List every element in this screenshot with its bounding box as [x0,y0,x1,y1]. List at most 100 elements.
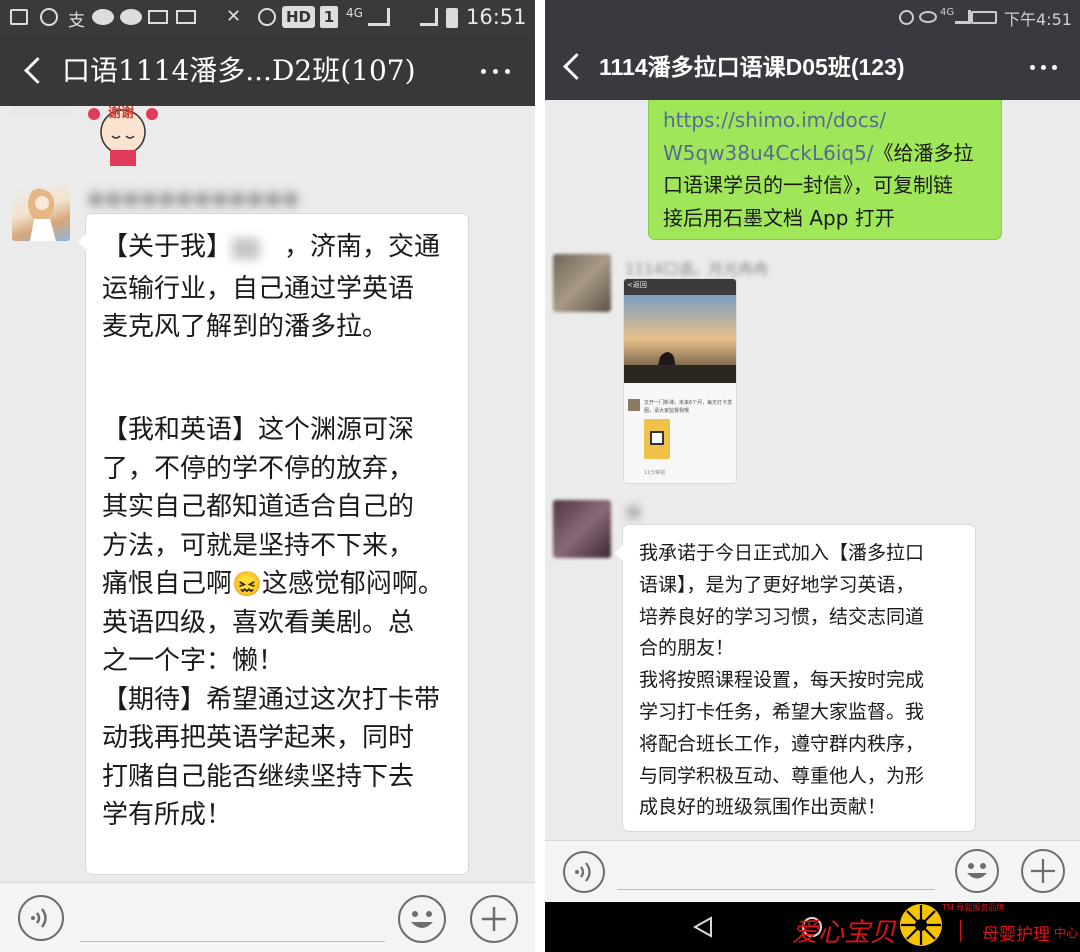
sim-badge: 1 [320,6,338,28]
wechat-icon [92,9,114,25]
sender-name: 1114口语。月光冉冉 [625,260,769,278]
message-line: 方法，可就是坚持不下来， [102,530,415,561]
message-line: ，济南，交通 [284,232,441,262]
post-time: 11分钟前 [644,470,666,476]
message-line: 痛恨自己啊 [102,569,233,599]
image-message[interactable]: <返回 又开一门新课，未来6个月，每天打卡发圈，请大家监督我哦 11分钟前 [623,278,737,484]
clock-time: 16:51 [466,5,527,29]
status-bar: 支 ✕ HD 1 4G 16:51 [0,0,535,36]
message-line: 痛恨自己啊😖这感觉郁闷啊。 [102,565,462,604]
message-line: 麦克风了解到的潘多拉。 [102,312,389,342]
blurred-name: ▒▒ [232,239,260,260]
message-line: 培养良好的学习习惯，结交志同道 [639,605,925,628]
battery-icon [446,8,458,28]
eye-icon [919,11,937,23]
group-chat-title: 口语1114潘多...D2班(107) [62,54,416,87]
more-options-icon[interactable] [479,60,513,82]
hd-badge: HD [282,6,316,28]
more-plus-icon[interactable] [1021,849,1065,893]
girl-avatar-icon [28,188,56,241]
wechat-icon-2 [120,9,142,25]
message-line: 学有所成！ [102,800,233,830]
chat-input-bar [0,882,535,952]
message-line: 【关于我】▒▒ ，济南，交通 [102,228,462,270]
back-arrow-icon[interactable] [553,45,593,89]
message-line: 将配合班长工作，遵守群内秩序， [639,732,925,755]
more-plus-icon[interactable] [470,895,518,943]
signal-icon [368,8,390,26]
message-line: 与同学积极互动、尊重他人，为形 [639,764,925,787]
alarm-icon-2 [258,8,276,26]
mute-icon: ✕ [226,6,242,27]
watermark-suffix: 中心 [1054,926,1079,940]
message-line: 【关于我】 [102,232,233,262]
alarm-icon [899,10,914,25]
right-phone-screenshot: 4G 下午4:51 1114潘多拉口语课D05班(123) https://sh… [545,0,1080,952]
message-input[interactable] [80,941,385,942]
watermark-brand-name: 爱心宝贝 [792,918,897,948]
watermark-small-text: TM 母婴服务品牌 [942,903,1005,912]
message-line: 《给潘多拉 [873,140,974,165]
alarm-icon [40,8,58,26]
signal-icon [955,10,971,24]
emoji-button-icon[interactable] [955,849,999,893]
message-line: 英语四级，喜欢看美剧。总 [102,607,415,638]
avatar[interactable] [12,183,70,241]
post-avatar [628,399,640,411]
status-bar: 4G 下午4:51 [545,0,1080,36]
message-line: 这感觉郁闷啊。 [261,569,444,599]
doc-link[interactable]: https://shimo.im/docs/ [663,104,993,137]
message-line: 运输行业，自己通过学英语 [102,273,415,304]
clock-time: 下午4:51 [1004,10,1072,29]
sunset-photo-icon [624,295,736,383]
message-line: 动我再把英语学起来，同时 [102,723,415,753]
battery-icon [971,11,997,24]
sunburst-logo-icon [900,904,942,946]
network-type: 4G [346,6,363,20]
sticker-caption: 谢谢 [108,106,135,121]
qr-card [644,419,670,459]
message-bubble[interactable]: 我承诺于今日正式加入【潘多拉口 语课】，是为了更好地学习英语， 培养良好的学习习… [615,525,975,831]
avatar[interactable] [553,500,611,558]
message-line: 语课】，是为了更好地学习英语， [639,573,915,596]
message-line: 学习打卡任务，希望大家监督。我 [639,700,925,723]
avatar[interactable] [553,254,611,312]
chat-area[interactable]: https://shimo.im/docs/ W5qw38u4CckL6iq5/… [545,100,1080,840]
voice-input-icon[interactable] [18,895,64,941]
frustrated-emoji: 😖 [232,570,262,598]
signal-icon-2 [420,8,438,26]
back-arrow-icon[interactable] [14,49,54,93]
message-line: 【我和英语】这个渊源可深 [102,415,415,445]
mail-icon [148,10,168,24]
alipay-icon: 支 [68,11,85,31]
mail-blocked-icon [176,10,196,24]
thumbnail-header: <返回 [624,279,736,295]
message-line: 其实自己都知道适合自己的 [102,492,415,522]
message-input[interactable] [617,889,935,890]
doc-link[interactable]: W5qw38u4CckL6iq5/ [663,141,874,165]
nav-back-icon[interactable] [691,915,715,939]
message-line: 之一个字：懒！ [102,646,285,676]
emoji-button-icon[interactable] [398,895,446,943]
post-text: 又开一门新课，未来6个月，每天打卡发圈，请大家监督我哦 [644,400,733,414]
more-options-icon[interactable] [1028,56,1062,78]
chat-title-bar: 1114潘多拉口语课D05班(123) [545,32,1080,100]
watermark-tag: 母婴护理 [982,925,1050,945]
brand-watermark: 爱心宝贝 TM 母婴服务品牌 母婴护理 中心 [792,898,1080,952]
thumbnail-back-label: <返回 [627,281,647,289]
message-line: 我将按照课程设置，每天按时完成 [639,669,925,692]
avatar[interactable] [12,106,70,116]
message-line: 口语课学员的一封信》，可复制链 [663,173,953,197]
group-chat-title: 1114潘多拉口语课D05班(123) [599,54,905,80]
my-message-bubble[interactable]: https://shimo.im/docs/ W5qw38u4CckL6iq5/… [649,100,1001,239]
voice-input-icon[interactable] [563,851,605,893]
network-type: 4G [940,7,955,18]
message-bubble[interactable]: 【关于我】▒▒ ，济南，交通 运输行业，自己通过学英语 麦克风了解到的潘多拉。 【… [78,214,468,874]
message-line: 成良好的班级氛围作出贡献！ [639,796,887,819]
message-line: 打赌自己能否继续坚持下去 [102,761,415,792]
message-line: 合的朋友！ [639,637,735,660]
gallery-notification-icon [10,9,28,25]
chat-area[interactable]: 谢谢 ●●●●●●●●●●●● 【关于我】▒▒ ，济南，交通 运输行业，自己通过学… [0,106,535,882]
message-line: W5qw38u4CckL6iq5/《给潘多拉 [663,137,993,170]
